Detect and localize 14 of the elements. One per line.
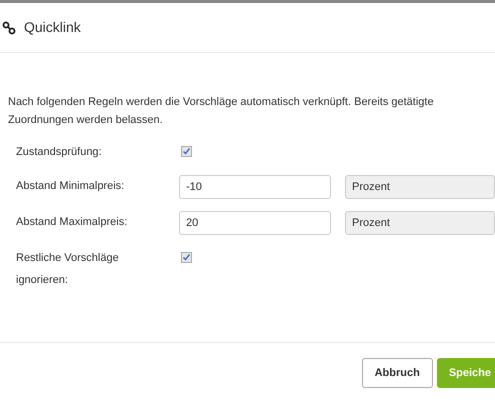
link-icon xyxy=(2,20,16,34)
field-label: Abstand Minimalpreis: xyxy=(16,179,126,194)
checkbox[interactable] xyxy=(181,252,192,263)
field-label: Zustandsprüfung: xyxy=(16,145,103,160)
description-text: Nach folgenden Regeln werden die Vorschläge automatisch verknüpft. Bereits getätigte Zuordnungen werden belassen. xyxy=(7,95,435,128)
field-label: Abstand Maximalpreis: xyxy=(16,215,128,230)
unit-select[interactable]: Prozent xyxy=(345,211,495,235)
unit-select[interactable]: Prozent xyxy=(345,175,495,199)
checkbox[interactable] xyxy=(181,146,192,157)
input-field[interactable]: -10 xyxy=(179,175,331,199)
field-label: Restliche Vorschläge ignorieren: xyxy=(16,251,120,288)
dialog-title: Quicklink xyxy=(24,18,81,37)
input-field[interactable]: 20 xyxy=(179,211,331,235)
cancel-button[interactable]: Abbruch xyxy=(362,358,433,388)
